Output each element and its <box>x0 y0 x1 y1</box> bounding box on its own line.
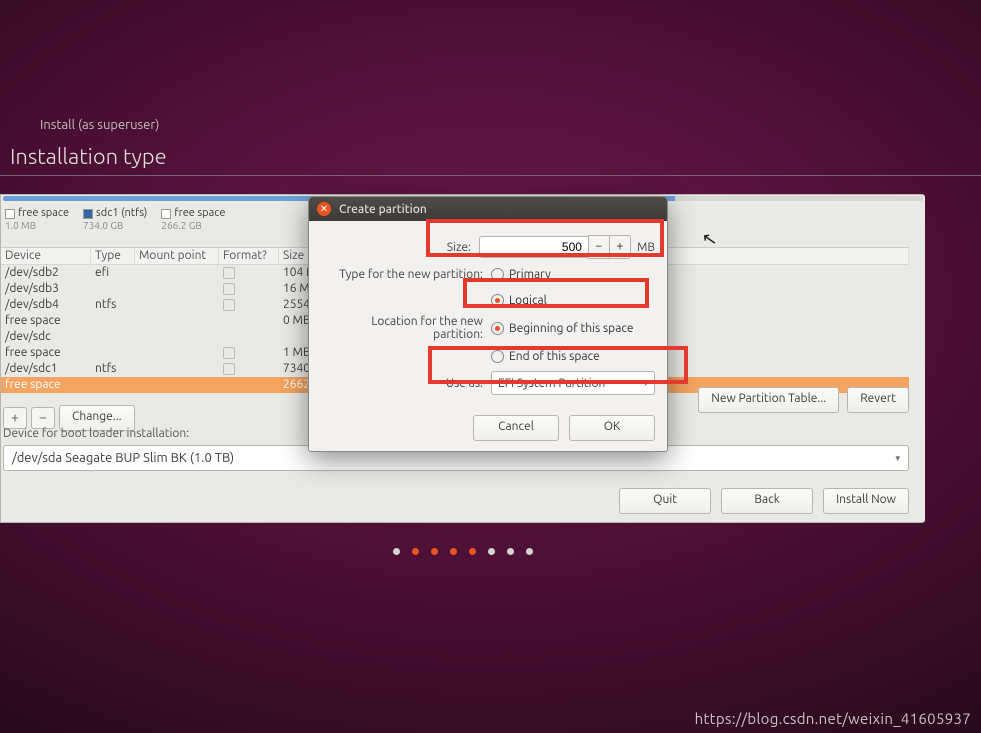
footer-buttons: Quit Back Install Now <box>619 488 909 514</box>
heading-divider <box>0 175 981 176</box>
size-spinner: − + MB <box>479 235 655 259</box>
use-as-select[interactable]: EFI System Partition ▾ <box>491 371 655 395</box>
progress-dot <box>526 548 533 555</box>
disk-legend-item: free space266.2 GB <box>157 205 235 232</box>
use-as-label: Use as: <box>321 377 491 390</box>
progress-dot <box>507 548 514 555</box>
column-header[interactable]: Format? <box>219 248 279 264</box>
progress-dot <box>488 548 495 555</box>
dropdown-icon: ▾ <box>643 378 648 389</box>
size-input[interactable] <box>479 236 588 258</box>
new-partition-table-button[interactable]: New Partition Table... <box>698 387 839 413</box>
size-increment-button[interactable]: + <box>610 235 631 259</box>
progress-dot <box>469 548 476 555</box>
quit-button[interactable]: Quit <box>619 488 711 514</box>
back-button[interactable]: Back <box>721 488 813 514</box>
column-header[interactable]: Mount point <box>135 248 219 264</box>
disk-legend-item: free space1.0 MB <box>1 205 79 232</box>
progress-dot <box>450 548 457 555</box>
boot-loader-value: /dev/sda Seagate BUP Slim BK (1.0 TB) <box>12 451 234 465</box>
add-partition-button[interactable]: + <box>3 407 27 429</box>
boot-loader-label: Device for boot loader installation: <box>3 427 189 440</box>
progress-dot <box>431 548 438 555</box>
watermark-text: https://blog.csdn.net/weixin_41605937 <box>695 710 971 727</box>
size-unit: MB <box>631 241 655 254</box>
cancel-button[interactable]: Cancel <box>473 415 559 441</box>
location-end-radio[interactable]: End of this space <box>491 350 600 363</box>
window-title: Install (as superuser) <box>0 114 169 136</box>
partition-location-label: Location for the new partition: <box>321 315 491 341</box>
remove-partition-button[interactable]: − <box>31 407 55 429</box>
size-decrement-button[interactable]: − <box>588 235 610 259</box>
page-heading: Installation type <box>0 140 177 173</box>
dropdown-icon: ▾ <box>895 453 900 464</box>
use-as-value: EFI System Partition <box>498 377 605 390</box>
ok-button[interactable]: OK <box>569 415 655 441</box>
close-icon[interactable]: ✕ <box>317 202 331 216</box>
column-header[interactable]: Device <box>1 248 91 264</box>
size-label: Size: <box>321 241 479 254</box>
partition-type-label: Type for the new partition: <box>321 268 491 281</box>
location-beginning-radio[interactable]: Beginning of this space <box>491 322 634 335</box>
type-logical-radio[interactable]: Logical <box>491 294 547 307</box>
dialog-titlebar[interactable]: ✕ Create partition <box>309 197 667 221</box>
progress-dots <box>0 544 925 558</box>
disk-legend-item: sdc1 (ntfs)734.0 GB <box>79 205 157 232</box>
table-right-toolbar: New Partition Table... Revert <box>698 387 909 413</box>
type-primary-radio[interactable]: Primary <box>491 268 551 281</box>
create-partition-dialog: ✕ Create partition Size: − + MB Type for… <box>308 196 668 452</box>
progress-dot <box>393 548 400 555</box>
column-header[interactable]: Type <box>91 248 135 264</box>
dialog-title: Create partition <box>339 203 427 216</box>
revert-button[interactable]: Revert <box>847 387 909 413</box>
install-now-button[interactable]: Install Now <box>823 488 909 514</box>
progress-dot <box>412 548 419 555</box>
